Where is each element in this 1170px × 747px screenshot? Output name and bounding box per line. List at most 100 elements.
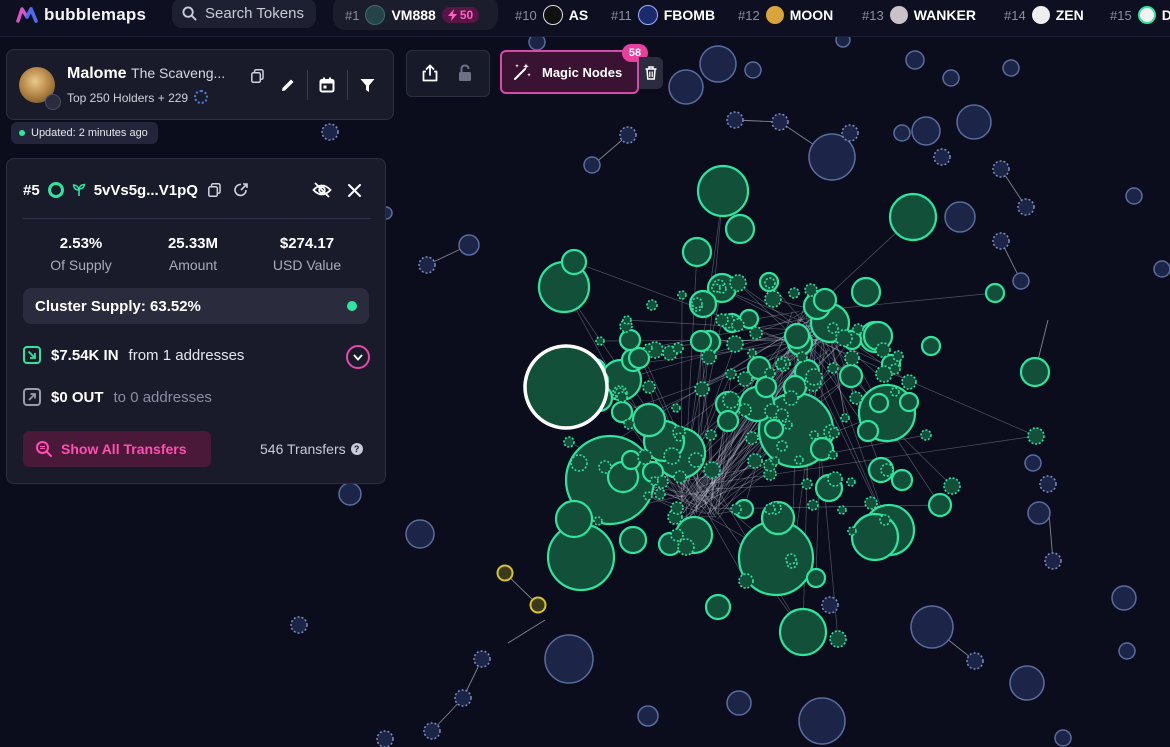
cluster-color-dot — [347, 301, 357, 311]
date-filter-button[interactable] — [313, 71, 341, 99]
copy-icon — [208, 183, 222, 197]
cluster-bubble — [864, 496, 878, 510]
ticker-item-vm888[interactable]: #1 VM888 50 — [345, 3, 480, 27]
cluster-bubble — [631, 402, 667, 438]
show-all-transfers-label: Show All Transfers — [61, 441, 187, 457]
stat-label: USD Value — [272, 257, 342, 273]
cluster-bubble — [801, 478, 813, 490]
holder-bubble — [744, 61, 762, 79]
cluster-bubble — [649, 476, 659, 486]
search-tokens-button[interactable]: Search Tokens — [172, 0, 316, 28]
cluster-bubble — [868, 392, 890, 414]
cluster-bubble — [809, 430, 819, 440]
cluster-bubble — [879, 514, 891, 526]
cluster-bubble — [689, 329, 713, 353]
cluster-bubble — [840, 413, 850, 423]
holder-bubble — [458, 234, 480, 256]
ticker-item-d[interactable]: #15 D — [1110, 3, 1170, 27]
share-button[interactable] — [416, 59, 444, 87]
cluster-bubble — [804, 283, 818, 297]
cluster-bubble — [691, 297, 703, 309]
cluster-bubble — [731, 318, 745, 332]
cluster-bubble — [725, 368, 737, 380]
ticker-item-wanker[interactable]: #13 WANKER — [862, 3, 976, 27]
ticker-item-as[interactable]: #10 AS — [515, 3, 588, 27]
ticker-rank: #10 — [515, 7, 537, 23]
cluster-bubble — [674, 432, 684, 442]
ticker-item-zen[interactable]: #14 ZEN — [1004, 3, 1084, 27]
cluster-bubble — [846, 477, 856, 487]
wallet-header: #5 5vVs5g...V1pQ — [23, 181, 250, 199]
holder-bubble — [1153, 260, 1170, 278]
holder-bubble — [637, 705, 659, 727]
contract-bubble — [619, 126, 637, 144]
cluster-bubble — [763, 418, 785, 440]
expand-inflow-button[interactable] — [346, 345, 370, 369]
edit-button[interactable] — [274, 71, 302, 99]
cluster-bubble — [776, 440, 788, 452]
cluster-bubble — [677, 538, 695, 556]
close-panel-button[interactable] — [340, 176, 368, 204]
show-all-transfers-button[interactable]: Show All Transfers — [23, 431, 211, 467]
holder-bubble — [808, 133, 856, 181]
help-icon[interactable]: ? — [350, 443, 363, 455]
cluster-bubble — [943, 477, 961, 495]
contract-bubble — [771, 113, 789, 131]
ticker-name: ZEN — [1055, 7, 1084, 23]
contract-bubble — [321, 123, 339, 141]
outflow-row: $0 OUT to 0 addresses — [23, 388, 212, 406]
hide-wallet-button[interactable] — [308, 176, 336, 204]
cluster-supply-row[interactable]: Cluster Supply: 63.52% — [23, 288, 369, 324]
lock-button[interactable] — [451, 59, 479, 87]
contract-bubble — [290, 616, 308, 634]
cluster-bubble — [898, 391, 920, 413]
boost-value: 50 — [459, 8, 474, 22]
copy-icon — [250, 69, 264, 83]
ticker-rank: #15 — [1110, 7, 1132, 23]
cluster-bubble — [847, 526, 857, 536]
magic-nodes-button[interactable]: Magic Nodes — [500, 50, 639, 94]
clear-magic-nodes-button[interactable] — [639, 57, 663, 89]
cluster-bubble — [738, 573, 754, 589]
cluster-bubble — [805, 567, 827, 589]
cluster-bubble — [598, 460, 612, 474]
copy-name-button[interactable] — [243, 62, 271, 90]
cluster-bubble — [827, 322, 839, 334]
cluster-bubble — [796, 351, 808, 363]
cluster-bubble — [673, 470, 687, 484]
logo[interactable]: bubblemaps — [16, 3, 146, 27]
ticker-item-moon[interactable]: #12 MOON — [738, 3, 833, 27]
holders-label: Top 250 Holders + 229 — [67, 90, 209, 105]
cluster-bubble — [838, 363, 864, 389]
external-link-button[interactable] — [232, 181, 250, 199]
cluster-bubble — [738, 403, 752, 417]
outflow-arrow-icon — [23, 388, 41, 406]
cluster-bubble — [671, 403, 681, 413]
divider — [307, 70, 308, 100]
contract-bubble — [933, 148, 951, 166]
sprout-icon — [72, 183, 85, 196]
contract-bubble — [454, 689, 472, 707]
ticker-item-fbomb[interactable]: #11 FBOMB — [611, 3, 715, 27]
stat-value: 25.33M — [167, 235, 219, 252]
cluster-bubble — [722, 391, 740, 409]
cluster-bubble — [920, 429, 932, 441]
cluster-bubble — [705, 429, 717, 441]
copy-address-button[interactable] — [206, 181, 224, 199]
holder-bubble — [1118, 642, 1136, 660]
vm888-token-icon — [365, 5, 386, 25]
share-icon — [422, 64, 438, 82]
cluster-bubble — [828, 427, 840, 439]
stat-value: 2.53% — [59, 235, 103, 252]
wallet-address[interactable]: 5vVs5g...V1pQ — [94, 182, 198, 199]
cluster-bubble — [726, 335, 744, 353]
cluster-bubble — [835, 329, 853, 347]
lightning-icon — [447, 9, 457, 21]
cluster-bubble — [837, 505, 847, 515]
cluster-bubble — [852, 323, 864, 335]
transfer-link — [626, 319, 794, 331]
ticker-name: AS — [568, 7, 589, 23]
ticker-rank: #1 — [345, 7, 360, 23]
filter-button[interactable] — [353, 71, 381, 99]
holder-bubble — [726, 690, 752, 716]
